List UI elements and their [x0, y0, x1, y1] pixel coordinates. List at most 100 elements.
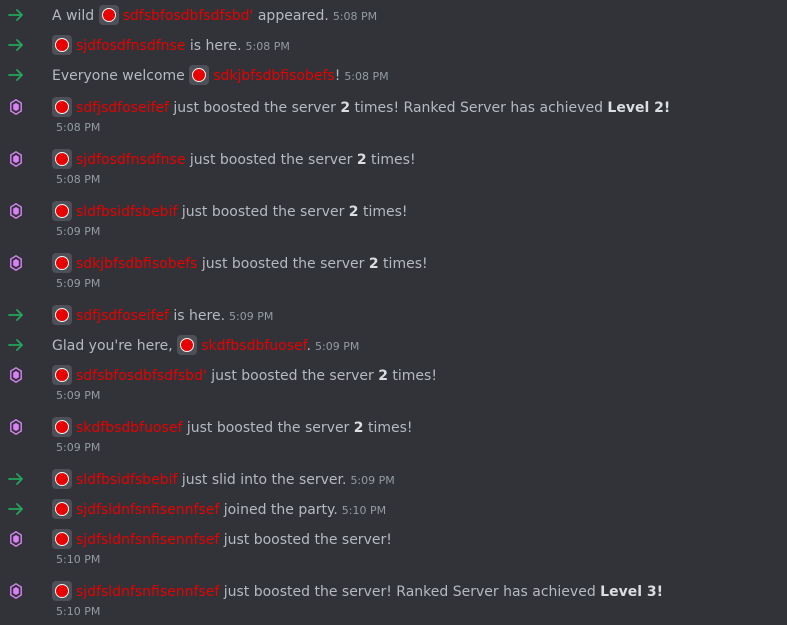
avatar[interactable]: [52, 97, 72, 117]
timestamp[interactable]: 5:08 PM: [246, 40, 290, 53]
timestamp[interactable]: 5:10 PM: [342, 504, 386, 517]
message-text: just boosted the server: [182, 420, 354, 436]
message-content: skdfbsdbfuosef just boosted the server 2…: [52, 417, 413, 437]
username[interactable]: sdkjbfsdbfisobefs: [76, 256, 197, 272]
avatar[interactable]: [52, 469, 72, 489]
message-text: appeared.: [253, 8, 329, 24]
timestamp[interactable]: 5:08 PM: [56, 121, 100, 135]
message-content: A wild sdfsbfosdbfsdfsbd' appeared. 5:08 …: [52, 5, 377, 25]
message-text: A wild: [52, 8, 99, 24]
timestamp[interactable]: 5:09 PM: [229, 310, 273, 323]
arrow-right-icon: [8, 335, 24, 355]
message-text: just boosted the server!: [219, 532, 392, 548]
nitro-gem-icon: [8, 529, 24, 549]
arrow-right-icon: [8, 65, 24, 85]
avatar[interactable]: [52, 365, 72, 385]
username[interactable]: skdfbsdbfuosef: [201, 338, 306, 354]
avatar[interactable]: [52, 529, 72, 549]
nitro-gem-icon: [8, 253, 24, 273]
timestamp[interactable]: 5:08 PM: [56, 173, 100, 187]
message-text: just slid into the server.: [177, 472, 347, 488]
timestamp[interactable]: 5:08 PM: [344, 70, 388, 83]
message-text: just boosted the server: [185, 152, 357, 168]
timestamp[interactable]: 5:09 PM: [56, 389, 100, 403]
nitro-gem-icon: [8, 149, 24, 169]
username[interactable]: sdfjsdfoseifef: [76, 100, 169, 116]
avatar[interactable]: [52, 35, 72, 55]
message-text: times!: [387, 368, 437, 384]
message-content: sdfsbfosdbfsdfsbd' just boosted the serv…: [52, 365, 437, 385]
message-text: Glad you're here,: [52, 338, 178, 354]
message-text: just boosted the server: [177, 204, 349, 220]
timestamp[interactable]: 5:09 PM: [350, 474, 394, 487]
boost-count: 2: [356, 152, 367, 168]
message-content: sjdfsldnfsnfisennfsef joined the party. 5…: [52, 499, 386, 519]
timestamp[interactable]: 5:09 PM: [315, 340, 359, 353]
avatar[interactable]: [52, 417, 72, 437]
boost-count: 2: [353, 420, 364, 436]
boost-count: 2: [340, 100, 351, 116]
message-content: sjdfosdfnsdfnse is here. 5:08 PM: [52, 35, 290, 55]
avatar[interactable]: [98, 5, 119, 25]
username[interactable]: sjdfsldnfsnfisennfsef: [76, 584, 219, 600]
avatar[interactable]: [52, 201, 72, 221]
boost-count: 2: [368, 256, 379, 272]
username[interactable]: sldfbsidfsbebif: [76, 472, 177, 488]
timestamp[interactable]: 5:08 PM: [333, 10, 377, 23]
avatar[interactable]: [52, 499, 72, 519]
arrow-right-icon: [8, 35, 24, 55]
avatar[interactable]: [177, 335, 198, 355]
message-content: sldfbsidfsbebif just boosted the server …: [52, 201, 408, 221]
message-text: times!: [378, 256, 428, 272]
message-text: is here.: [185, 38, 242, 54]
message-text: just boosted the server: [206, 368, 379, 384]
username[interactable]: sdkjbfsdbfisobefs: [213, 68, 334, 84]
username[interactable]: sdfsbfosdbfsdfsbd': [123, 8, 254, 24]
username[interactable]: sjdfosdfnsdfnse: [76, 152, 185, 168]
message-text: just boosted the server: [197, 256, 369, 272]
arrow-right-icon: [8, 469, 24, 489]
message-text: times!: [358, 204, 408, 220]
username[interactable]: sldfbsidfsbebif: [76, 204, 177, 220]
message-text: times! Ranked Server has achieved: [350, 100, 608, 116]
arrow-right-icon: [8, 5, 24, 25]
message-text: times!: [363, 420, 413, 436]
message-content: Everyone welcome sdkjbfsdbfisobefs! 5:08 …: [52, 65, 389, 85]
avatar[interactable]: [52, 149, 72, 169]
timestamp[interactable]: 5:10 PM: [56, 553, 100, 567]
timestamp[interactable]: 5:09 PM: [56, 441, 100, 455]
avatar[interactable]: [52, 581, 72, 601]
username[interactable]: sdfsbfosdbfsdfsbd': [76, 368, 207, 384]
server-level: Level 2!: [607, 100, 671, 116]
timestamp[interactable]: 5:09 PM: [56, 225, 100, 239]
message-content: sdfjsdfoseifef is here. 5:09 PM: [52, 305, 273, 325]
avatar[interactable]: [52, 305, 72, 325]
avatar[interactable]: [52, 253, 72, 273]
timestamp[interactable]: 5:10 PM: [56, 605, 100, 619]
nitro-gem-icon: [8, 365, 24, 385]
message-content: sdkjbfsdbfisobefs just boosted the serve…: [52, 253, 428, 273]
timestamp[interactable]: 5:09 PM: [56, 277, 100, 291]
nitro-gem-icon: [8, 97, 24, 117]
nitro-gem-icon: [8, 201, 24, 221]
nitro-gem-icon: [8, 417, 24, 437]
username[interactable]: sjdfsldnfsnfisennfsef: [76, 532, 219, 548]
username[interactable]: sjdfsldnfsnfisennfsef: [76, 502, 219, 518]
boost-count: 2: [348, 204, 359, 220]
message-text: !: [334, 68, 341, 84]
avatar[interactable]: [189, 65, 210, 85]
message-content: sjdfosdfnsdfnse just boosted the server …: [52, 149, 416, 169]
message-text: .: [306, 338, 311, 354]
boost-count: 2: [378, 368, 388, 384]
username[interactable]: sdfjsdfoseifef: [76, 308, 169, 324]
message-text: just boosted the server! Ranked Server h…: [219, 584, 601, 600]
server-level: Level 3!: [600, 584, 664, 600]
message-content: Glad you're here, skdfbsdbfuosef. 5:09 PM: [52, 335, 359, 355]
username[interactable]: skdfbsdbfuosef: [76, 420, 182, 436]
nitro-gem-icon: [8, 581, 24, 601]
message-text: joined the party.: [219, 502, 338, 518]
message-content: sldfbsidfsbebif just slid into the serve…: [52, 469, 395, 489]
message-text: times!: [366, 152, 416, 168]
message-text: just boosted the server: [168, 100, 341, 116]
username[interactable]: sjdfosdfnsdfnse: [76, 38, 185, 54]
